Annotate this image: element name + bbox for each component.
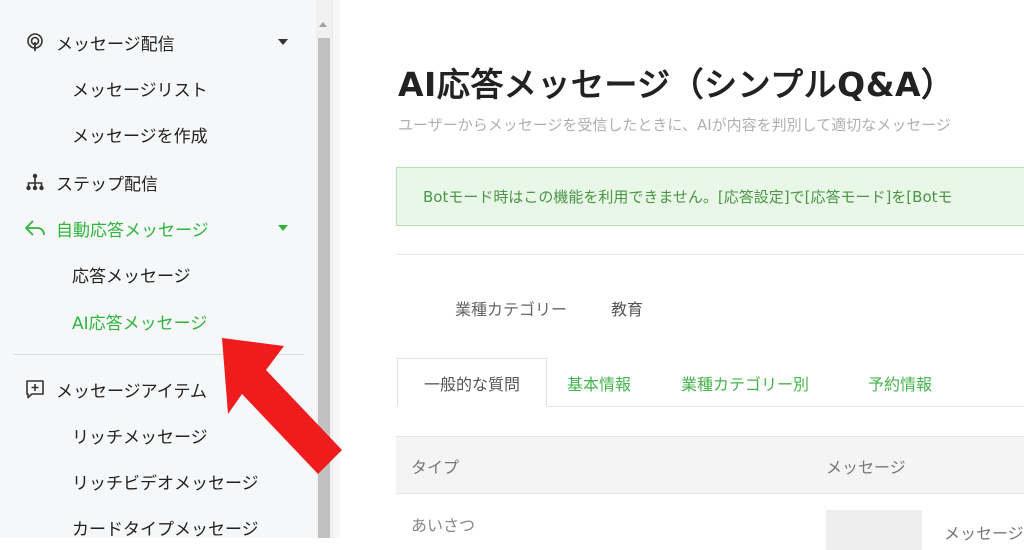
column-header-message: メッセージ xyxy=(826,458,906,477)
tab-basic-info[interactable]: 基本情報 xyxy=(567,358,631,407)
alert-text: Botモード時はこの機能を利用できません。[応答設定]で[応答モード]を[Bot… xyxy=(423,188,953,206)
tab-industry-category[interactable]: 業種カテゴリー別 xyxy=(681,358,809,407)
table-header xyxy=(396,436,1024,494)
message-preview-thumbnail[interactable] xyxy=(826,510,922,550)
page-description: ユーザーからメッセージを受信したときに、AIが内容を判別して適切なメッセージ xyxy=(398,116,951,134)
tab-label: 一般的な質問 xyxy=(423,374,520,394)
tab-general-questions[interactable]: 一般的な質問 xyxy=(397,358,547,407)
chevron-down-icon xyxy=(278,225,288,231)
tab-label: 業種カテゴリー別 xyxy=(681,374,810,394)
sidebar-item-label: メッセージリスト xyxy=(72,80,208,101)
industry-category-value: 教育 xyxy=(611,300,644,319)
sidebar-item-label: メッセージ配信 xyxy=(56,34,175,55)
sidebar-item-label: AI応答メッセージ xyxy=(72,313,208,334)
plus-message-icon xyxy=(24,378,46,400)
table-cell-message: メッセージ xyxy=(944,524,1024,543)
reply-arrow-icon xyxy=(24,217,46,239)
sidebar-item-label: メッセージアイテム xyxy=(56,381,207,402)
tab-label: 予約情報 xyxy=(868,374,933,394)
sidebar-item-label: 自動応答メッセージ xyxy=(56,220,209,241)
column-header-type: タイプ xyxy=(411,458,460,477)
section-divider xyxy=(396,254,1024,255)
page-title: AI応答メッセージ（シンプルQ&A） xyxy=(398,65,955,104)
sidebar-item-label: カードタイプメッセージ xyxy=(72,519,259,539)
broadcast-icon xyxy=(24,31,46,53)
tab-reservation-info[interactable]: 予約情報 xyxy=(868,358,932,407)
tab-label: 基本情報 xyxy=(567,374,632,394)
scroll-up-icon[interactable] xyxy=(319,22,327,27)
sidebar-item-label: ステップ配信 xyxy=(56,174,158,195)
industry-category-label: 業種カテゴリー xyxy=(455,300,568,319)
sidebar-item-label: メッセージを作成 xyxy=(72,126,208,147)
chevron-down-icon xyxy=(278,39,288,45)
red-pointer-arrow-icon xyxy=(222,338,342,474)
table-cell-type: あいさつ xyxy=(411,516,476,535)
step-hierarchy-icon xyxy=(24,171,46,193)
sidebar-item-label: 応答メッセージ xyxy=(72,266,191,287)
alert-banner: Botモード時はこの機能を利用できません。[応答設定]で[応答モード]を[Bot… xyxy=(396,167,1024,226)
sidebar-item-label: リッチメッセージ xyxy=(72,427,208,448)
